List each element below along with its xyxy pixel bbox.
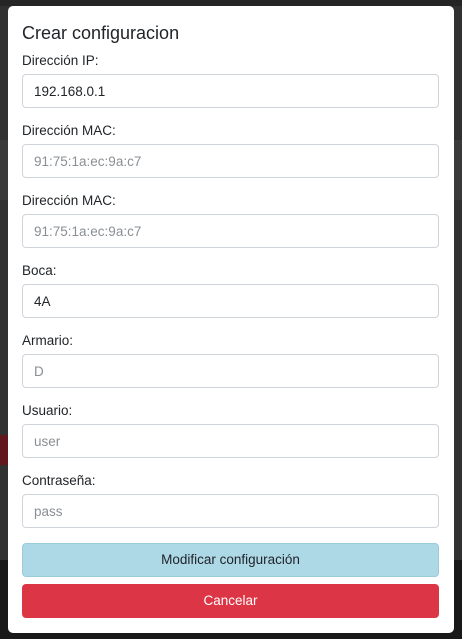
usuario-label: Usuario:: [22, 403, 73, 418]
password-input[interactable]: [22, 494, 439, 528]
field-ip: Dirección IP:: [22, 52, 439, 108]
field-boca: Boca:: [22, 262, 439, 318]
password-label: Contraseña:: [22, 473, 96, 488]
mac-label-2: Dirección MAC:: [22, 193, 116, 208]
boca-label: Boca:: [22, 263, 57, 278]
create-config-modal: Crear configuracion Dirección IP: Direcc…: [8, 6, 454, 633]
armario-label: Armario:: [22, 333, 74, 348]
ip-input[interactable]: [22, 74, 439, 108]
boca-input[interactable]: [22, 284, 439, 318]
modal-title: Crear configuracion: [22, 23, 180, 43]
modify-config-button[interactable]: Modificar configuración: [22, 543, 439, 577]
field-usuario: Usuario:: [22, 402, 439, 458]
ip-label: Dirección IP:: [22, 53, 99, 68]
field-armario: Armario:: [22, 332, 439, 388]
mac-input-1[interactable]: [22, 144, 439, 178]
field-password: Contraseña:: [22, 472, 439, 528]
armario-input[interactable]: [22, 354, 439, 388]
field-mac-2: Dirección MAC:: [22, 192, 439, 248]
cancel-button[interactable]: Cancelar: [22, 584, 439, 618]
usuario-input[interactable]: [22, 424, 439, 458]
mac-label-1: Dirección MAC:: [22, 123, 116, 138]
mac-input-2[interactable]: [22, 214, 439, 248]
field-mac-1: Dirección MAC:: [22, 122, 439, 178]
